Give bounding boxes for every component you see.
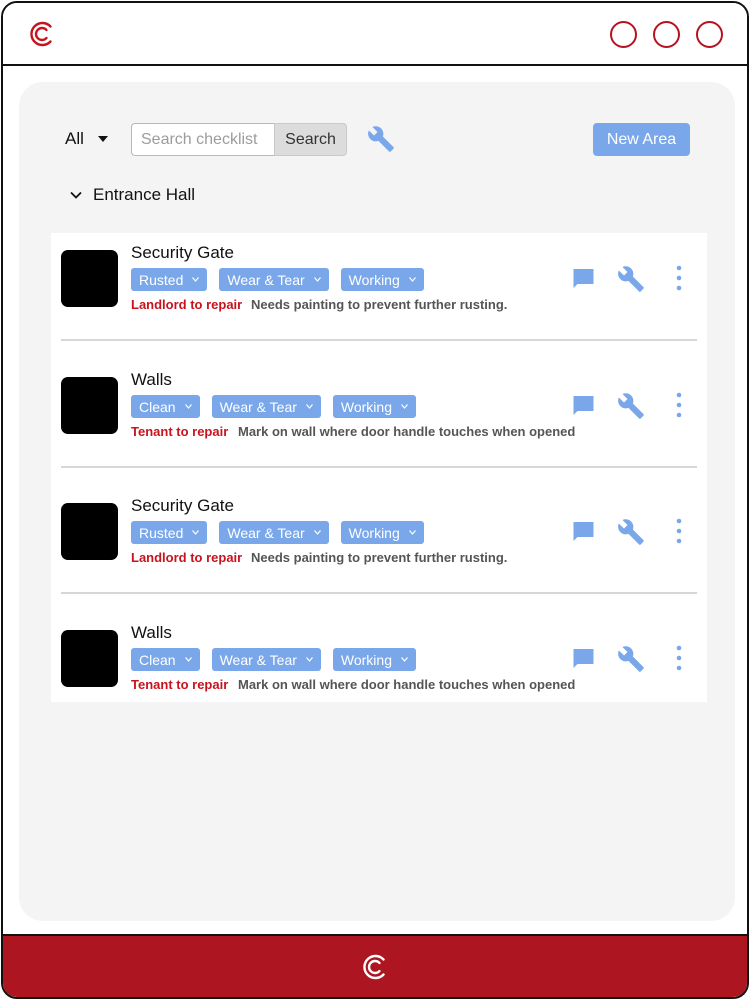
chevron-down-icon (313, 277, 321, 282)
new-area-button[interactable]: New Area (593, 123, 690, 156)
item-note: Mark on wall where door handle touches w… (238, 677, 576, 692)
chevron-down-icon (70, 191, 82, 199)
item-photo[interactable] (61, 503, 118, 560)
wrench-icon[interactable] (617, 645, 645, 673)
status-dropdown[interactable]: Working (340, 521, 424, 544)
checklist-items: Security Gate Rusted Wear & Tear Working… (51, 233, 707, 702)
checklist-panel: All Search New Area Entrance Hall Securi… (19, 82, 735, 921)
section-title: Entrance Hall (93, 185, 196, 204)
filter-dropdown[interactable]: All (65, 129, 108, 149)
item-divider (61, 466, 697, 468)
chevron-down-icon (408, 277, 416, 282)
chip-label: Wear & Tear (219, 398, 297, 415)
chip-label: Wear & Tear (219, 651, 297, 668)
item-tags: Clean Wear & Tear Working (131, 648, 416, 671)
more-vertical-icon[interactable] (669, 516, 689, 546)
chip-label: Working (348, 271, 400, 288)
more-vertical-icon[interactable] (669, 390, 689, 420)
wear-dropdown[interactable]: Wear & Tear (211, 648, 321, 671)
window-button-1[interactable] (610, 21, 637, 48)
chevron-down-icon (408, 530, 416, 535)
item-divider (61, 339, 697, 341)
comment-icon[interactable] (571, 394, 596, 418)
comment-icon[interactable] (571, 520, 596, 544)
chip-label: Wear & Tear (227, 271, 305, 288)
wrench-icon[interactable] (617, 265, 645, 293)
item-photo[interactable] (61, 250, 118, 307)
wear-dropdown[interactable]: Wear & Tear (219, 268, 329, 291)
window-button-2[interactable] (653, 21, 680, 48)
list-item: Security Gate Rusted Wear & Tear Working… (51, 486, 707, 594)
condition-dropdown[interactable]: Rusted (131, 521, 208, 544)
chevron-down-icon (305, 404, 313, 409)
item-note: Needs painting to prevent further rustin… (251, 297, 508, 312)
item-photo[interactable] (61, 630, 118, 687)
chip-label: Working (340, 651, 392, 668)
more-vertical-icon[interactable] (669, 263, 689, 293)
filter-value: All (65, 129, 84, 148)
list-item: Walls Clean Wear & Tear Working Tenant t… (51, 360, 707, 468)
item-divider (61, 592, 697, 594)
item-tags: Clean Wear & Tear Working (131, 395, 416, 418)
chevron-down-icon (184, 657, 192, 662)
section-toggle-entrance-hall[interactable]: Entrance Hall (69, 185, 195, 205)
item-photo[interactable] (61, 377, 118, 434)
wrench-icon[interactable] (617, 392, 645, 420)
repair-responsibility: Tenant to repair (131, 424, 229, 439)
chip-label: Working (340, 398, 392, 415)
chevron-down-icon (401, 404, 408, 409)
repair-responsibility: Tenant to repair (131, 677, 229, 692)
item-note: Needs painting to prevent further rustin… (251, 550, 508, 565)
chevron-down-icon (313, 530, 321, 535)
item-title: Security Gate (131, 496, 234, 515)
repair-responsibility: Landlord to repair (131, 297, 243, 312)
app-window: All Search New Area Entrance Hall Securi… (1, 1, 749, 999)
status-dropdown[interactable]: Working (332, 648, 416, 671)
chevron-down-icon (401, 657, 408, 662)
status-dropdown[interactable]: Working (332, 395, 416, 418)
condition-dropdown[interactable]: Clean (131, 395, 200, 418)
chip-label: Rusted (139, 524, 184, 541)
comment-icon[interactable] (571, 267, 596, 291)
wear-dropdown[interactable]: Wear & Tear (219, 521, 329, 544)
brand-logo-icon[interactable] (362, 954, 388, 980)
chip-label: Clean (139, 651, 176, 668)
chevron-down-icon (184, 404, 192, 409)
item-title: Walls (131, 370, 172, 389)
search-button[interactable]: Search (274, 123, 347, 156)
list-item: Walls Clean Wear & Tear Working Tenant t… (51, 613, 707, 721)
condition-dropdown[interactable]: Rusted (131, 268, 208, 291)
chip-label: Working (348, 524, 400, 541)
repair-responsibility: Landlord to repair (131, 550, 243, 565)
condition-dropdown[interactable]: Clean (131, 648, 200, 671)
chevron-down-icon (192, 277, 200, 282)
item-title: Security Gate (131, 243, 234, 262)
search-input[interactable] (131, 123, 276, 156)
more-vertical-icon[interactable] (669, 643, 689, 673)
wrench-icon[interactable] (367, 125, 395, 153)
item-tags: Rusted Wear & Tear Working (131, 521, 424, 544)
list-item: Security Gate Rusted Wear & Tear Working… (51, 233, 707, 341)
item-note: Mark on wall where door handle touches w… (238, 424, 576, 439)
bottom-bar (3, 934, 747, 997)
comment-icon[interactable] (571, 647, 596, 671)
chip-label: Wear & Tear (227, 524, 305, 541)
caret-down-icon (97, 136, 108, 142)
brand-logo-icon[interactable] (29, 21, 55, 47)
item-title: Walls (131, 623, 172, 642)
top-bar (3, 3, 747, 66)
status-dropdown[interactable]: Working (340, 268, 424, 291)
wrench-icon[interactable] (617, 518, 645, 546)
chevron-down-icon (192, 530, 200, 535)
chip-label: Rusted (139, 271, 184, 288)
item-tags: Rusted Wear & Tear Working (131, 268, 424, 291)
window-button-3[interactable] (696, 21, 723, 48)
chevron-down-icon (305, 657, 313, 662)
wear-dropdown[interactable]: Wear & Tear (211, 395, 321, 418)
chip-label: Clean (139, 398, 176, 415)
